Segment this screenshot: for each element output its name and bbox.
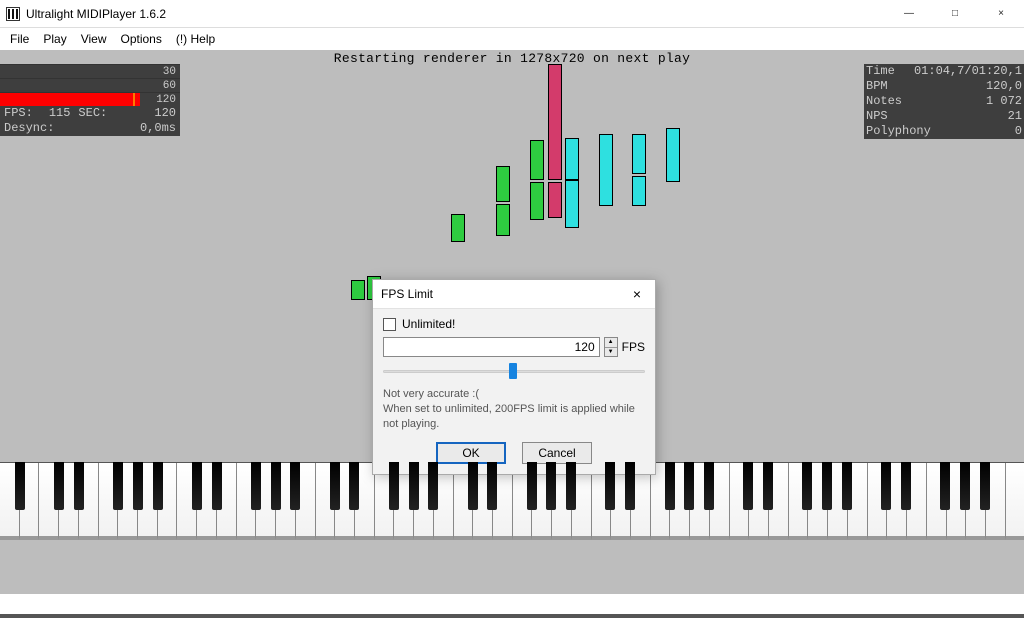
midi-note: [496, 204, 510, 236]
dialog-note: Not very accurate :( When set to unlimit…: [383, 387, 645, 432]
midi-note: [548, 182, 562, 218]
black-key[interactable]: [842, 462, 852, 510]
fps-limit-dialog: FPS Limit × Unlimited! ▲ ▼ FPS Not ve: [372, 279, 656, 475]
midi-note: [632, 176, 646, 206]
midi-note: [548, 64, 562, 180]
black-key[interactable]: [15, 462, 25, 510]
black-key[interactable]: [743, 462, 753, 510]
black-key[interactable]: [487, 462, 497, 510]
midi-note: [451, 214, 465, 242]
midi-note: [632, 134, 646, 174]
fps-unit-label: FPS: [622, 340, 645, 354]
maximize-button[interactable]: □: [932, 0, 978, 28]
black-key[interactable]: [625, 462, 635, 510]
bottom-strip: [0, 614, 1024, 618]
unlimited-row: Unlimited!: [383, 315, 645, 337]
midi-note: [565, 180, 579, 228]
dialog-title: FPS Limit: [381, 287, 433, 301]
black-key[interactable]: [901, 462, 911, 510]
black-key[interactable]: [133, 462, 143, 510]
black-key[interactable]: [74, 462, 84, 510]
black-key[interactable]: [960, 462, 970, 510]
dialog-titlebar[interactable]: FPS Limit ×: [373, 280, 655, 308]
black-key[interactable]: [212, 462, 222, 510]
fps-input[interactable]: [383, 337, 600, 357]
dialog-body: Unlimited! ▲ ▼ FPS Not very accurate :( …: [373, 308, 655, 474]
menu-options[interactable]: Options: [114, 30, 167, 48]
dialog-note-1: Not very accurate :(: [383, 387, 645, 402]
black-key[interactable]: [251, 462, 261, 510]
black-key[interactable]: [546, 462, 556, 510]
black-key[interactable]: [566, 462, 576, 510]
dialog-note-2: When set to unlimited, 200FPS limit is a…: [383, 402, 645, 432]
unlimited-checkbox[interactable]: [383, 318, 396, 331]
black-key[interactable]: [330, 462, 340, 510]
black-key[interactable]: [271, 462, 281, 510]
black-key[interactable]: [763, 462, 773, 510]
titlebar: Ultralight MIDIPlayer 1.6.2 — □ ×: [0, 0, 1024, 28]
slider-thumb[interactable]: [509, 363, 517, 379]
midi-note: [530, 140, 544, 180]
midi-note: [351, 280, 365, 300]
black-key[interactable]: [822, 462, 832, 510]
menubar: File Play View Options (!) Help: [0, 28, 1024, 50]
midi-note: [599, 134, 613, 206]
dialog-close-icon[interactable]: ×: [627, 286, 647, 302]
black-key[interactable]: [940, 462, 950, 510]
dialog-buttons: OK Cancel: [383, 442, 645, 464]
window-title: Ultralight MIDIPlayer 1.6.2: [26, 7, 166, 21]
black-key[interactable]: [605, 462, 615, 510]
minimize-button[interactable]: —: [886, 0, 932, 28]
ok-button[interactable]: OK: [436, 442, 506, 464]
unlimited-label: Unlimited!: [402, 317, 455, 331]
black-key[interactable]: [290, 462, 300, 510]
spinner-down-icon[interactable]: ▼: [605, 348, 617, 357]
black-key[interactable]: [684, 462, 694, 510]
black-key[interactable]: [802, 462, 812, 510]
black-key[interactable]: [54, 462, 64, 510]
fps-slider[interactable]: [383, 361, 645, 381]
app-icon: [6, 7, 20, 21]
midi-note: [666, 128, 680, 182]
black-key[interactable]: [113, 462, 123, 510]
render-area: Restarting renderer in 1278x720 on next …: [0, 50, 1024, 540]
black-key[interactable]: [428, 462, 438, 510]
black-key[interactable]: [192, 462, 202, 510]
fps-input-row: ▲ ▼ FPS: [383, 337, 645, 357]
cancel-button[interactable]: Cancel: [522, 442, 592, 464]
midi-note: [530, 182, 544, 220]
midi-note: [496, 166, 510, 202]
black-key[interactable]: [389, 462, 399, 510]
menu-view[interactable]: View: [75, 30, 113, 48]
spinner-up-icon[interactable]: ▲: [605, 338, 617, 348]
fps-spinner[interactable]: ▲ ▼: [604, 337, 618, 357]
black-key[interactable]: [468, 462, 478, 510]
menu-help[interactable]: (!) Help: [170, 30, 221, 48]
black-key[interactable]: [980, 462, 990, 510]
black-key[interactable]: [665, 462, 675, 510]
window-controls: — □ ×: [886, 0, 1024, 28]
midi-note: [565, 138, 579, 180]
black-key[interactable]: [409, 462, 419, 510]
black-key[interactable]: [704, 462, 714, 510]
close-button[interactable]: ×: [978, 0, 1024, 28]
black-key[interactable]: [527, 462, 537, 510]
black-key[interactable]: [881, 462, 891, 510]
black-key[interactable]: [349, 462, 359, 510]
black-key[interactable]: [153, 462, 163, 510]
menu-file[interactable]: File: [4, 30, 35, 48]
menu-play[interactable]: Play: [37, 30, 72, 48]
